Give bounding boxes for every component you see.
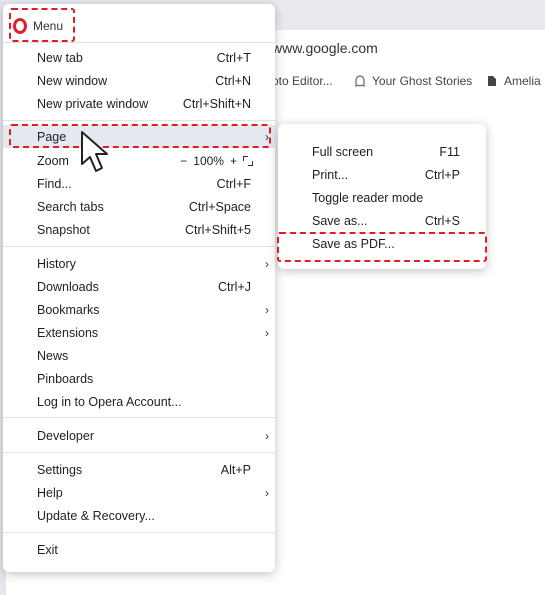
chevron-right-icon: › <box>265 485 269 500</box>
menu-item-label: Save as... <box>312 213 368 228</box>
menu-item-label: Log in to Opera Account... <box>37 394 182 409</box>
menu-item-shortcut: Ctrl+T <box>216 50 251 65</box>
submenu-item-save-as-pdf[interactable]: Save as PDF... <box>278 232 486 255</box>
menu-item-search-tabs[interactable]: Search tabs Ctrl+Space <box>3 195 275 218</box>
bookmarks-bar: oto Editor... Your Ghost Stories Amelia <box>272 72 545 92</box>
menu-item-new-window[interactable]: New window Ctrl+N <box>3 69 275 92</box>
menu-item-label: New private window <box>37 96 149 111</box>
submenu-item-toggle-reader-mode[interactable]: Toggle reader mode <box>278 186 486 209</box>
opera-main-menu: Menu New tab Ctrl+T New window Ctrl+N Ne… <box>3 4 275 572</box>
document-icon <box>488 76 496 86</box>
zoom-out-button[interactable]: − <box>180 154 187 168</box>
menu-item-exit[interactable]: Exit <box>3 538 275 561</box>
menu-item-snapshot[interactable]: Snapshot Ctrl+Shift+5 <box>3 218 275 241</box>
opera-logo-icon <box>13 18 27 34</box>
bookmark-label: Amelia <box>504 74 541 88</box>
menu-item-shortcut: Ctrl+P <box>424 167 460 182</box>
menu-item-update-recovery[interactable]: Update & Recovery... <box>3 504 275 527</box>
menu-item-label: History <box>37 256 76 271</box>
menu-item-label: Full screen <box>312 144 374 159</box>
menu-item-history[interactable]: History › <box>3 252 275 275</box>
menu-item-label: Bookmarks <box>37 302 100 317</box>
menu-item-label: Settings <box>37 462 83 477</box>
menu-divider <box>3 417 275 418</box>
menu-item-label: New window <box>37 73 108 88</box>
menu-divider <box>3 452 275 453</box>
zoom-level: 100% <box>193 153 224 168</box>
menu-item-label: Toggle reader mode <box>312 190 424 205</box>
bookmark-item[interactable]: oto Editor... <box>272 74 333 88</box>
submenu-item-full-screen[interactable]: Full screen F11 <box>278 140 486 163</box>
chevron-right-icon: › <box>265 428 269 443</box>
submenu-item-print[interactable]: Print... Ctrl+P <box>278 163 486 186</box>
zoom-controls: − 100% + <box>180 154 253 168</box>
menu-item-shortcut: Ctrl+Shift+N <box>182 96 251 111</box>
menu-item-label: Search tabs <box>37 199 104 214</box>
menu-item-label: News <box>37 348 69 363</box>
mouse-cursor-icon <box>81 131 108 172</box>
menu-item-label: Pinboards <box>37 371 94 386</box>
menu-item-shortcut: Ctrl+N <box>215 73 251 88</box>
menu-item-label: Exit <box>37 542 58 557</box>
menu-item-new-private-window[interactable]: New private window Ctrl+Shift+N <box>3 92 275 115</box>
menu-item-label: Zoom <box>37 153 69 168</box>
chevron-right-icon: › <box>265 325 269 340</box>
menu-item-label: Downloads <box>37 279 99 294</box>
bookmark-label: Your Ghost Stories <box>372 74 473 88</box>
menu-item-settings[interactable]: Settings Alt+P <box>3 458 275 481</box>
bookmark-label: oto Editor... <box>272 74 333 88</box>
menu-divider <box>3 532 275 533</box>
menu-item-zoom[interactable]: Zoom − 100% + <box>3 149 275 172</box>
menu-item-bookmarks[interactable]: Bookmarks › <box>3 298 275 321</box>
menu-item-shortcut: Ctrl+Shift+5 <box>184 222 251 237</box>
menu-item-developer[interactable]: Developer › <box>3 424 275 447</box>
menu-item-label: Find... <box>37 176 72 191</box>
menu-divider <box>3 42 275 43</box>
menu-item-login[interactable]: Log in to Opera Account... <box>3 390 275 413</box>
menu-title: Menu <box>33 19 64 33</box>
menu-item-extensions[interactable]: Extensions › <box>3 321 275 344</box>
menu-item-label: Developer <box>37 428 94 443</box>
menu-item-new-tab[interactable]: New tab Ctrl+T <box>3 46 275 69</box>
zoom-in-button[interactable]: + <box>230 154 237 168</box>
menu-divider <box>3 120 275 121</box>
chevron-right-icon: › <box>265 129 269 144</box>
address-bar-url[interactable]: www.google.com <box>272 40 378 56</box>
menu-item-help[interactable]: Help › <box>3 481 275 504</box>
menu-item-shortcut: Ctrl+S <box>424 213 460 228</box>
menu-item-shortcut: Ctrl+Space <box>188 199 251 214</box>
menu-item-pinboards[interactable]: Pinboards <box>3 367 275 390</box>
bookmark-item[interactable]: Your Ghost Stories <box>354 74 472 88</box>
menu-item-label: Snapshot <box>37 222 90 237</box>
fullscreen-icon[interactable] <box>243 155 253 166</box>
menu-item-label: Save as PDF... <box>312 236 395 251</box>
menu-item-shortcut: Alt+P <box>220 462 251 477</box>
menu-item-label: Update & Recovery... <box>37 508 155 523</box>
menu-item-label: Page <box>37 129 67 144</box>
menu-item-news[interactable]: News <box>3 344 275 367</box>
menu-header[interactable]: Menu <box>13 14 63 38</box>
menu-item-page[interactable]: Page › <box>3 125 275 148</box>
menu-item-shortcut: Ctrl+F <box>216 176 251 191</box>
menu-item-label: New tab <box>37 50 83 65</box>
menu-item-downloads[interactable]: Downloads Ctrl+J <box>3 275 275 298</box>
menu-item-label: Extensions <box>37 325 99 340</box>
menu-item-label: Help <box>37 485 63 500</box>
menu-divider <box>3 246 275 247</box>
ghost-icon <box>355 75 365 87</box>
menu-item-find[interactable]: Find... Ctrl+F <box>3 172 275 195</box>
menu-item-shortcut: Ctrl+J <box>218 279 251 294</box>
chevron-right-icon: › <box>265 256 269 271</box>
menu-item-shortcut: F11 <box>439 144 460 159</box>
chevron-right-icon: › <box>265 302 269 317</box>
menu-item-label: Print... <box>312 167 349 182</box>
submenu-item-save-as[interactable]: Save as... Ctrl+S <box>278 209 486 232</box>
bookmark-item[interactable]: Amelia <box>486 74 541 88</box>
page-submenu: Full screen F11 Print... Ctrl+P Toggle r… <box>278 124 486 269</box>
